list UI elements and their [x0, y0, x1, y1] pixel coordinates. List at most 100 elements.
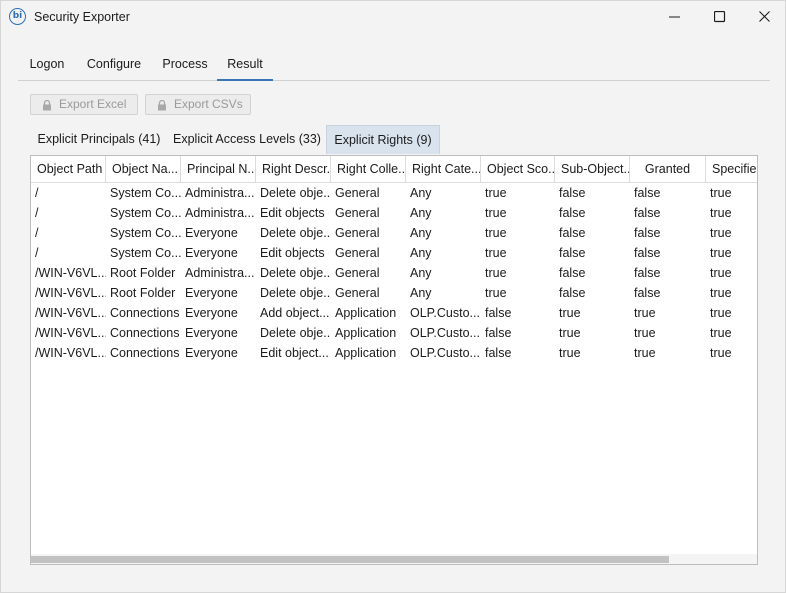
- table-cell: true: [710, 186, 732, 200]
- tab-logon[interactable]: Logon: [18, 53, 76, 81]
- table-row[interactable]: /WIN-V6VL... Connections Everyone Delete ob…: [31, 323, 757, 343]
- table-cell: true: [710, 326, 732, 340]
- table-cell: General: [335, 226, 380, 240]
- column-header[interactable]: Right Descr...: [256, 156, 331, 183]
- table-cell: Edit objects: [260, 246, 325, 260]
- table-cell: false: [634, 226, 661, 240]
- table-cell: false: [634, 286, 661, 300]
- export-csvs-button[interactable]: Export CSVs: [145, 94, 251, 115]
- table-cell: Edit objects: [260, 206, 325, 220]
- export-csvs-label: Export CSVs: [174, 97, 243, 111]
- table-cell: General: [335, 286, 380, 300]
- table-cell: true: [634, 326, 656, 340]
- table-cell: Administra...: [185, 186, 255, 200]
- table-row[interactable]: /WIN-V6VL... Connections Everyone Edit obje…: [31, 343, 757, 363]
- table-cell: false: [559, 206, 586, 220]
- table-row[interactable]: / System Co... Everyone Delete obje... Gener…: [31, 223, 757, 243]
- maximize-button[interactable]: [697, 1, 743, 33]
- result-sub-tab-bar: Explicit Principals (41) Explicit Access…: [30, 125, 758, 154]
- table-cell: General: [335, 186, 380, 200]
- table-cell: true: [710, 226, 732, 240]
- app-logo-icon: bi: [9, 8, 26, 25]
- export-excel-label: Export Excel: [59, 97, 127, 111]
- table-cell: /WIN-V6VL...: [35, 286, 106, 300]
- table-cell: /: [35, 246, 39, 260]
- table-cell: Administra...: [185, 206, 255, 220]
- table-cell: true: [485, 206, 507, 220]
- table-cell: false: [634, 206, 661, 220]
- security-exporter-window: bi Security Exporter Logon Configure Pro…: [0, 0, 786, 593]
- table-cell: Any: [410, 246, 432, 260]
- table-cell: Delete obje...: [260, 226, 331, 240]
- table-row[interactable]: / System Co... Everyone Edit objects General…: [31, 243, 757, 263]
- table-cell: true: [710, 246, 732, 260]
- tab-explicit-access-levels[interactable]: Explicit Access Levels (33): [173, 125, 321, 154]
- table-cell: false: [559, 186, 586, 200]
- minimize-button[interactable]: [652, 1, 698, 33]
- table-cell: Administra...: [185, 266, 255, 280]
- tab-result[interactable]: Result: [217, 53, 273, 81]
- table-row[interactable]: / System Co... Administra... Edit objects Ge…: [31, 203, 757, 223]
- close-icon: [759, 11, 770, 22]
- table-cell: Any: [410, 226, 432, 240]
- tab-explicit-rights[interactable]: Explicit Rights (9): [326, 125, 440, 154]
- tab-configure[interactable]: Configure: [78, 53, 150, 81]
- table-cell: true: [710, 206, 732, 220]
- column-header[interactable]: Specifie: [706, 156, 757, 183]
- table-header: Object Path Object Na... Principal N... Rig…: [31, 156, 757, 183]
- table-row[interactable]: /WIN-V6VL... Connections Everyone Add objec…: [31, 303, 757, 323]
- table-row[interactable]: /WIN-V6VL... Root Folder Everyone Delete ob…: [31, 283, 757, 303]
- table-cell: Connections: [110, 306, 180, 320]
- table-cell: OLP.Custo...: [410, 346, 480, 360]
- table-cell: true: [710, 346, 732, 360]
- table-cell: false: [634, 266, 661, 280]
- table-cell: System Co...: [110, 246, 181, 260]
- table-cell: Everyone: [185, 246, 238, 260]
- column-header[interactable]: Object Sco...: [481, 156, 555, 183]
- table-cell: System Co...: [110, 206, 181, 220]
- column-header[interactable]: Right Colle...: [331, 156, 406, 183]
- table-row[interactable]: /WIN-V6VL... Root Folder Administra... Dele…: [31, 263, 757, 283]
- lock-icon: [158, 100, 166, 111]
- table-cell: true: [485, 246, 507, 260]
- table-cell: /WIN-V6VL...: [35, 326, 106, 340]
- table-cell: true: [710, 286, 732, 300]
- table-cell: Root Folder: [110, 266, 176, 280]
- column-header[interactable]: Granted: [630, 156, 706, 183]
- table-cell: false: [485, 326, 512, 340]
- table-cell: false: [634, 186, 661, 200]
- table-cell: false: [559, 266, 586, 280]
- column-header[interactable]: Sub-Object...: [555, 156, 630, 183]
- table-cell: /: [35, 206, 39, 220]
- table-cell: /: [35, 186, 39, 200]
- table-cell: Application: [335, 306, 397, 320]
- table-cell: Any: [410, 186, 432, 200]
- table-cell: General: [335, 206, 380, 220]
- table-row[interactable]: / System Co... Administra... Delete obje...…: [31, 183, 757, 203]
- window-title: Security Exporter: [34, 10, 130, 24]
- column-header[interactable]: Object Na...: [106, 156, 181, 183]
- export-excel-button[interactable]: Export Excel: [30, 94, 138, 115]
- horizontal-scrollbar[interactable]: [31, 554, 757, 564]
- column-header[interactable]: Principal N...: [181, 156, 256, 183]
- table-cell: false: [559, 286, 586, 300]
- scrollbar-thumb[interactable]: [31, 556, 669, 563]
- column-header[interactable]: Object Path: [31, 156, 106, 183]
- table-cell: Any: [410, 286, 432, 300]
- close-button[interactable]: [742, 1, 786, 33]
- table-cell: true: [485, 186, 507, 200]
- tab-process[interactable]: Process: [154, 53, 216, 81]
- title-bar: bi Security Exporter: [1, 1, 786, 34]
- table-cell: true: [559, 346, 581, 360]
- tab-explicit-principals[interactable]: Explicit Principals (41): [34, 125, 164, 154]
- table-cell: true: [485, 266, 507, 280]
- table-cell: false: [634, 246, 661, 260]
- table-cell: true: [634, 346, 656, 360]
- table-cell: Any: [410, 266, 432, 280]
- column-header[interactable]: Right Cate...: [406, 156, 481, 183]
- table-cell: false: [559, 226, 586, 240]
- table-cell: Application: [335, 346, 397, 360]
- table-cell: /: [35, 226, 39, 240]
- table-cell: Root Folder: [110, 286, 176, 300]
- explicit-rights-table[interactable]: Object Path Object Na... Principal N... Rig…: [30, 155, 758, 565]
